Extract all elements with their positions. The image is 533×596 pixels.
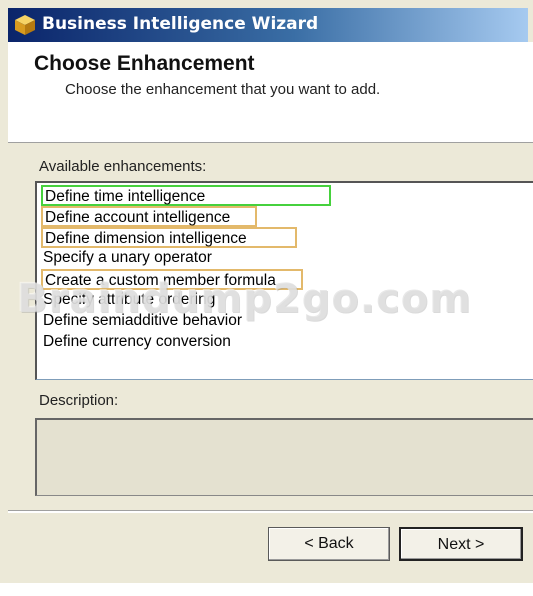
window-bottom-edge xyxy=(0,583,533,596)
enhancements-listbox[interactable]: Define time intelligence Define account … xyxy=(35,181,533,380)
wizard-header: Choose Enhancement Choose the enhancemen… xyxy=(8,42,533,143)
cube-icon xyxy=(14,14,36,36)
page-subtitle: Choose the enhancement that you want to … xyxy=(65,81,381,98)
wizard-window: Business Intelligence Wizard Choose Enha… xyxy=(0,0,533,596)
window-title: Business Intelligence Wizard xyxy=(42,14,319,34)
list-item-define-semiadditive-behavior[interactable]: Define semiadditive behavior xyxy=(41,311,301,332)
list-item-define-dimension-intelligence[interactable]: Define dimension intelligence xyxy=(41,227,297,248)
next-button[interactable]: Next > xyxy=(399,527,523,561)
description-box xyxy=(35,418,533,496)
page-title: Choose Enhancement xyxy=(34,52,255,75)
back-button[interactable]: < Back xyxy=(268,527,390,561)
list-item-define-currency-conversion[interactable]: Define currency conversion xyxy=(41,332,301,353)
list-item-create-custom-member-formula[interactable]: Create a custom member formula xyxy=(41,269,303,290)
list-item-define-time-intelligence[interactable]: Define time intelligence xyxy=(41,185,331,206)
list-item-specify-attribute-ordering[interactable]: Specify attribute ordering xyxy=(41,290,301,311)
list-item-define-account-intelligence[interactable]: Define account intelligence xyxy=(41,206,257,227)
list-item-specify-unary-operator[interactable]: Specify a unary operator xyxy=(41,248,301,269)
available-enhancements-label: Available enhancements: xyxy=(39,158,207,175)
description-label: Description: xyxy=(39,392,119,409)
title-bar[interactable]: Business Intelligence Wizard xyxy=(8,8,528,42)
